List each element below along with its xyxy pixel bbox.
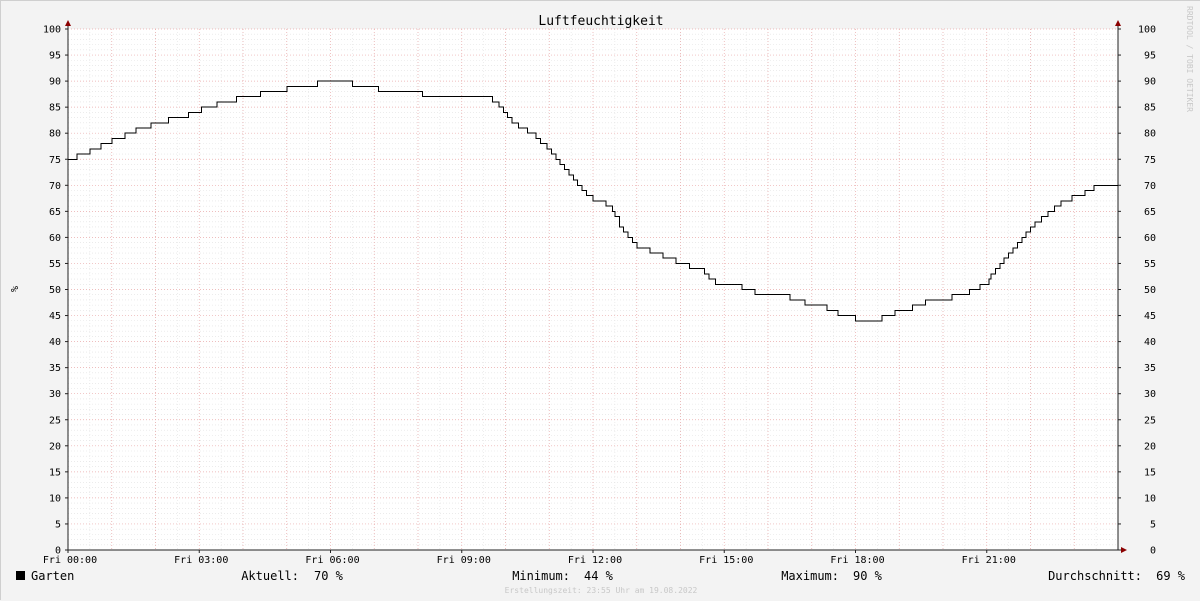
- chart-title: Luftfeuchtigkeit: [538, 14, 663, 29]
- y-tick-label-right: 20: [1144, 441, 1156, 452]
- y-tick-label-right: 15: [1144, 467, 1156, 478]
- y-tick-label: 55: [49, 259, 61, 270]
- y-axis-label: %: [8, 286, 19, 292]
- legend-avg-label: Durchschnitt:: [1048, 569, 1142, 583]
- legend-min-value: 44 %: [584, 569, 614, 583]
- y-tick-label-right: 50: [1144, 285, 1156, 296]
- y-tick-label-right: 35: [1144, 363, 1156, 374]
- x-tick-label: Fri 15:00: [699, 555, 753, 566]
- y-tick-label-right: 90: [1144, 77, 1156, 88]
- y-tick-label: 70: [49, 181, 61, 192]
- y-tick-label-right: 55: [1144, 259, 1156, 270]
- y-tick-label-right: 65: [1144, 207, 1156, 218]
- y-tick-label-right: 85: [1144, 103, 1156, 114]
- y-tick-label-right: 10: [1144, 493, 1156, 504]
- y-tick-label: 60: [49, 233, 61, 244]
- y-tick-label: 80: [49, 129, 61, 140]
- x-tick-label: Fri 09:00: [437, 555, 491, 566]
- rrdtool-watermark: RRDTOOL / TOBI OETIKER: [1185, 6, 1194, 112]
- y-tick-label-right: 95: [1144, 51, 1156, 62]
- y-tick-label-right: 25: [1144, 415, 1156, 426]
- x-tick-label: Fri 12:00: [568, 555, 622, 566]
- y-tick-label-right: 45: [1144, 311, 1156, 322]
- y-tick-label: 25: [49, 415, 61, 426]
- y-tick-label: 20: [49, 441, 61, 452]
- chart-frame: 0 5 10 15 20 25 30 35 40 45 50 55 60 65 70 75 80 85 90 95 10…: [0, 0, 1200, 601]
- legend-series-name: Garten: [31, 569, 74, 583]
- creation-time: Erstellungszeit: 23:55 Uhr am 19.08.2022: [505, 586, 698, 595]
- y-tick-label: 65: [49, 207, 61, 218]
- y-tick-label: 15: [49, 467, 61, 478]
- x-tick-label: Fri 18:00: [830, 555, 884, 566]
- y-tick-label: 5: [55, 519, 61, 530]
- x-tick-label: Fri 21:00: [962, 555, 1016, 566]
- y-tick-label: 85: [49, 103, 61, 114]
- legend-max-value: 90 %: [853, 569, 883, 583]
- y-tick-label: 30: [49, 389, 61, 400]
- legend-current-label: Aktuell:: [241, 569, 299, 583]
- x-tick-label: Fri 00:00: [43, 555, 97, 566]
- legend-swatch-garten: [16, 571, 25, 580]
- y-tick-label: 50: [49, 285, 61, 296]
- y-tick-label-right: 0: [1150, 546, 1156, 557]
- legend-max-label: Maximum:: [781, 569, 839, 583]
- humidity-chart: 0 5 10 15 20 25 30 35 40 45 50 55 60 65 70 75 80 85 90 95 10…: [1, 1, 1200, 601]
- y-tick-label: 90: [49, 77, 61, 88]
- legend-min-label: Minimum:: [512, 569, 570, 583]
- y-tick-label-right: 60: [1144, 233, 1156, 244]
- y-tick-label: 100: [43, 25, 61, 36]
- y-tick-label-right: 100: [1138, 25, 1156, 36]
- legend-current-value: 70 %: [314, 569, 344, 583]
- legend-avg-value: 69 %: [1156, 569, 1186, 583]
- y-tick-label: 95: [49, 51, 61, 62]
- x-tick-label: Fri 06:00: [305, 555, 359, 566]
- y-tick-label: 40: [49, 337, 61, 348]
- y-tick-label: 45: [49, 311, 61, 322]
- y-tick-label-right: 80: [1144, 129, 1156, 140]
- y-tick-label-right: 75: [1144, 155, 1156, 166]
- y-tick-label-right: 40: [1144, 337, 1156, 348]
- y-tick-label: 75: [49, 155, 61, 166]
- y-tick-label-right: 30: [1144, 389, 1156, 400]
- y-tick-label: 35: [49, 363, 61, 374]
- y-tick-label-right: 5: [1150, 519, 1156, 530]
- x-tick-label: Fri 03:00: [174, 555, 228, 566]
- y-tick-label: 10: [49, 493, 61, 504]
- y-tick-label-right: 70: [1144, 181, 1156, 192]
